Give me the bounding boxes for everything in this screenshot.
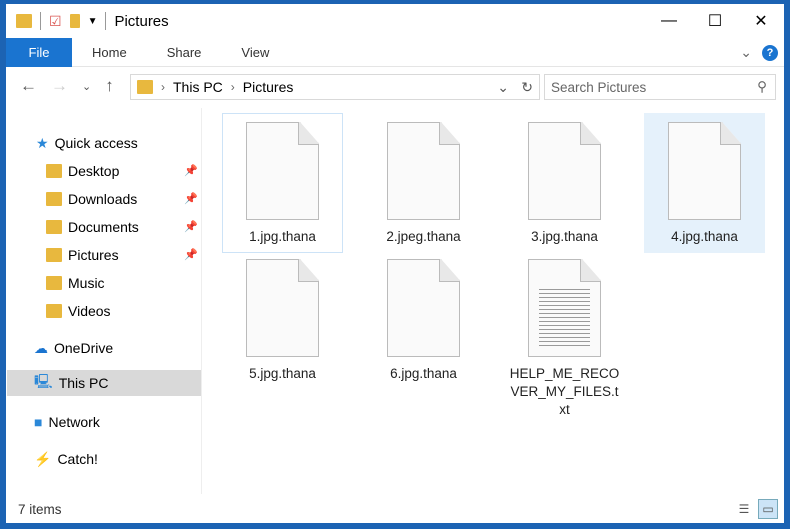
nav-desktop[interactable]: Desktop (46, 158, 119, 184)
refresh-icon[interactable]: ↻ (521, 79, 533, 96)
new-folder-icon[interactable] (69, 14, 80, 28)
search-icon: ⚲ (757, 79, 767, 94)
minimize-button[interactable]: — (646, 4, 692, 38)
close-button[interactable]: ✕ (738, 4, 784, 38)
nav-videos[interactable]: Videos (46, 298, 111, 324)
explorer-window: ☑ ▼ Pictures — ☐ ✕ File Home Share View … (6, 4, 784, 523)
file-view: 1.jpg.thana 2.jpeg.thana 3.jpg.thana 4.j… (212, 108, 784, 494)
nav-this-pc[interactable]: 🖳 This PC (7, 370, 201, 396)
nav-documents[interactable]: Documents (46, 214, 139, 240)
nav-onedrive[interactable]: ☁ OneDrive (34, 335, 113, 361)
file-item[interactable]: 5.jpg.thana (222, 250, 343, 390)
tab-file[interactable]: File (6, 37, 72, 67)
large-icons-view-button[interactable]: ▭ (758, 499, 778, 519)
tab-view[interactable]: View (221, 38, 289, 67)
address-row: ← → ⌄ ↑ › This PC › Pictures ⌄ ↻ Search … (6, 74, 784, 100)
nav-quick-access[interactable]: ★ Quick access (36, 130, 138, 156)
tab-home[interactable]: Home (72, 38, 147, 67)
nav-downloads[interactable]: Downloads (46, 186, 137, 212)
breadcrumb-this-pc[interactable]: This PC (173, 79, 223, 95)
pictures-folder-icon (46, 248, 62, 262)
details-view-button[interactable]: ☰ (734, 499, 754, 519)
file-item[interactable]: 3.jpg.thana (504, 113, 625, 253)
nav-catch[interactable]: ⚡ Catch! (34, 446, 98, 472)
forward-icon[interactable]: → (51, 76, 68, 98)
blank-file-icon (528, 122, 601, 220)
star-icon: ★ (36, 134, 49, 151)
videos-folder-icon (46, 304, 62, 318)
help-icon[interactable]: ? (762, 44, 778, 61)
computer-icon: 🖳 (34, 373, 53, 389)
blank-file-icon (387, 259, 460, 357)
blank-file-icon (387, 122, 460, 220)
search-input[interactable]: Search Pictures ⚲ (544, 74, 776, 100)
item-count: 7 items (18, 501, 62, 517)
navigation-pane: ★ Quick access Desktop Downloads Document… (6, 108, 202, 494)
ribbon-tabs: File Home Share View (6, 37, 784, 67)
status-bar: 7 items ☰ ▭ (6, 495, 784, 523)
pictures-folder-icon (137, 80, 153, 94)
blank-file-icon (246, 259, 319, 357)
blank-file-icon (246, 122, 319, 220)
title-bar: ☑ ▼ Pictures — ☐ ✕ (6, 4, 784, 38)
network-icon: ■ (34, 414, 43, 430)
nav-music[interactable]: Music (46, 270, 105, 296)
text-file-icon (528, 259, 601, 357)
window-title: Pictures (114, 12, 169, 30)
expand-ribbon-icon[interactable]: ⌄ (740, 44, 752, 61)
folder-pictures-icon (16, 14, 32, 28)
music-folder-icon (46, 276, 62, 290)
up-icon[interactable]: ↑ (105, 76, 114, 98)
back-icon[interactable]: ← (20, 76, 37, 98)
nav-pictures[interactable]: Pictures (46, 242, 119, 268)
customize-dropdown-icon[interactable]: ▼ (88, 16, 98, 27)
pin-icon[interactable]: 📌 (184, 220, 198, 233)
pin-icon[interactable]: 📌 (184, 164, 198, 177)
blank-file-icon (668, 122, 741, 220)
downloads-folder-icon (46, 192, 62, 206)
file-item[interactable]: 6.jpg.thana (363, 250, 484, 390)
pin-icon[interactable]: 📌 (184, 192, 198, 205)
address-bar[interactable]: › This PC › Pictures ⌄ ↻ (130, 74, 540, 100)
file-item[interactable]: 4.jpg.thana (644, 113, 765, 253)
properties-icon[interactable]: ☑ (49, 13, 62, 30)
breadcrumb-pictures[interactable]: Pictures (243, 79, 294, 95)
file-item[interactable]: 2.jpeg.thana (363, 113, 484, 253)
pin-icon[interactable]: 📌 (184, 248, 198, 261)
cloud-icon: ☁ (34, 339, 48, 356)
desktop-folder-icon (46, 164, 62, 178)
documents-folder-icon (46, 220, 62, 234)
file-item[interactable]: HELP_ME_RECOVER_MY_FILES.txt (504, 250, 625, 426)
tab-share[interactable]: Share (147, 38, 222, 67)
address-dropdown-icon[interactable]: ⌄ (497, 79, 509, 96)
file-item[interactable]: 1.jpg.thana (222, 113, 343, 253)
catch-icon: ⚡ (34, 450, 52, 467)
recent-dropdown-icon[interactable]: ⌄ (82, 76, 91, 98)
nav-network[interactable]: ■ Network (34, 409, 100, 435)
maximize-button[interactable]: ☐ (692, 4, 738, 38)
